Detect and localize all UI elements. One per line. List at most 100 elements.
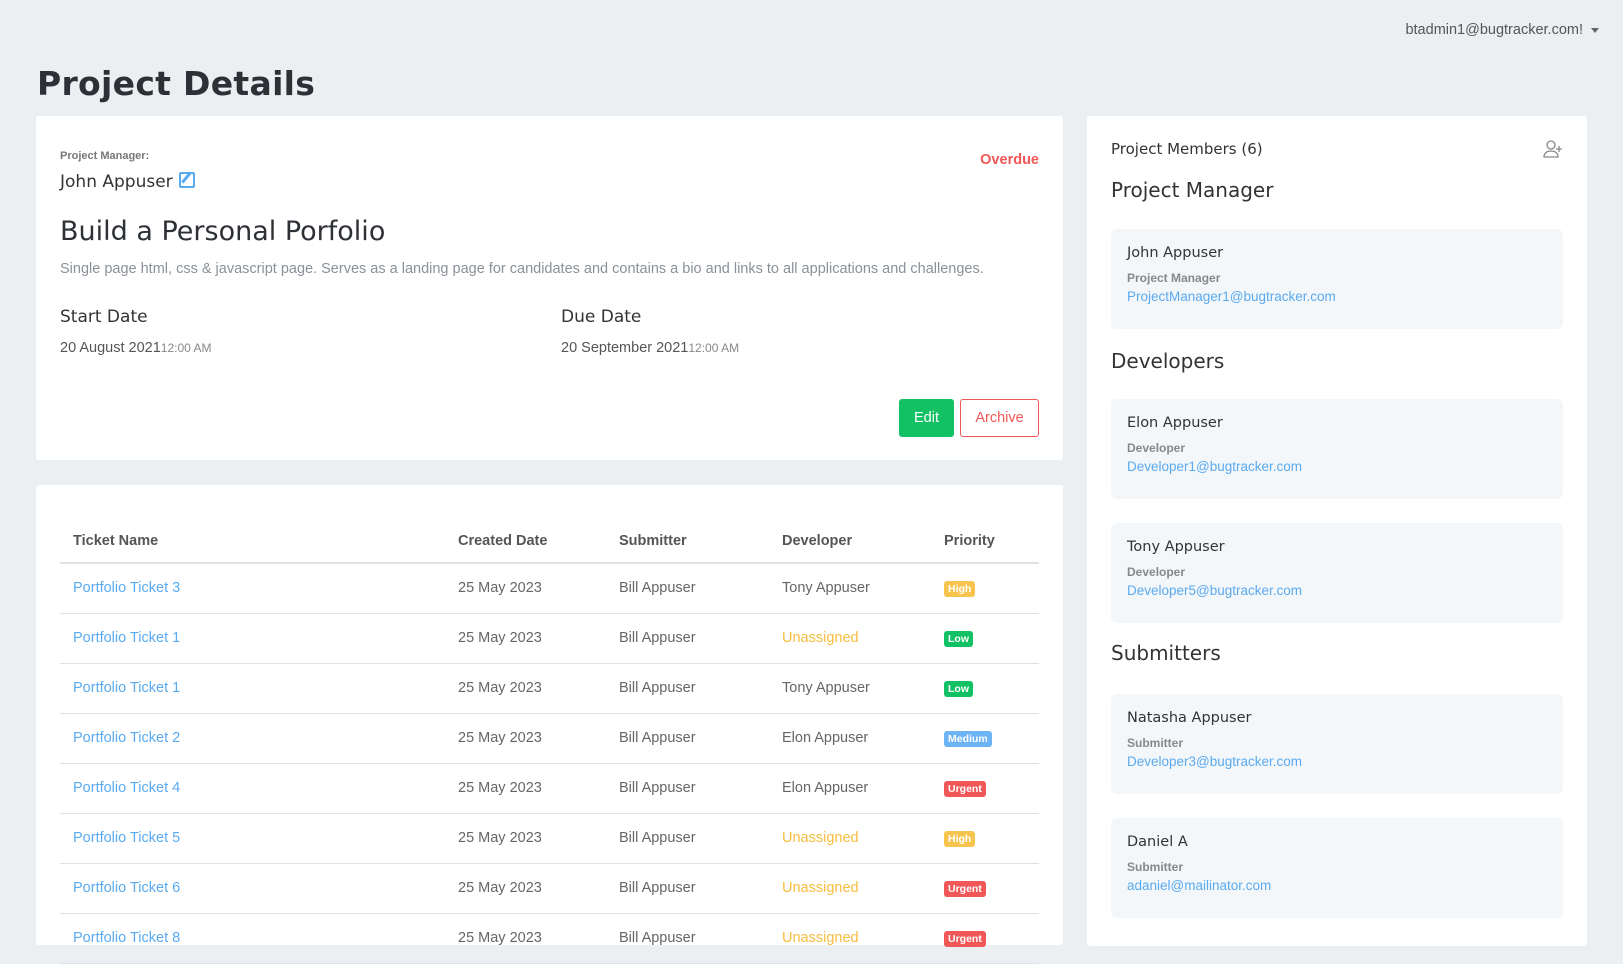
ticket-name[interactable]: Portfolio Ticket 1 (60, 663, 445, 714)
ticket-priority: High (931, 563, 1039, 614)
member-role: Developer (1127, 441, 1186, 455)
ticket-developer: Unassigned (769, 863, 931, 914)
priority-badge: Low (944, 630, 973, 647)
member-email[interactable]: Developer1@bugtracker.com (1127, 459, 1547, 474)
ticket-created: 25 May 2023 (445, 713, 606, 764)
ticket-name[interactable]: Portfolio Ticket 4 (60, 763, 445, 814)
table-row: Portfolio Ticket 4 25 May 2023 Bill Appuse… (60, 763, 1039, 814)
ticket-submitter: Bill Appuser (606, 563, 769, 614)
ticket-developer: Elon Appuser (769, 763, 931, 814)
member-role: Developer (1127, 565, 1186, 579)
ticket-priority: Urgent (931, 763, 1039, 814)
table-row: Portfolio Ticket 8 25 May 2023 Bill Appuse… (60, 913, 1039, 964)
ticket-name[interactable]: Portfolio Ticket 2 (60, 713, 445, 764)
table-row: Portfolio Ticket 3 25 May 2023 Bill Appuse… (60, 563, 1039, 614)
ticket-created: 25 May 2023 (445, 613, 606, 664)
ticket-name[interactable]: Portfolio Ticket 1 (60, 613, 445, 664)
ticket-submitter: Bill Appuser (606, 713, 769, 764)
members-section-heading: Project Manager (1111, 178, 1274, 202)
ticket-priority: Medium (931, 713, 1039, 764)
ticket-developer: Unassigned (769, 913, 931, 964)
member-name: Natasha Appuser (1127, 710, 1252, 726)
priority-badge: Medium (944, 730, 992, 747)
due-date-label: Due Date (561, 307, 642, 327)
add-user-icon[interactable] (1543, 140, 1563, 158)
member-name: Elon Appuser (1127, 415, 1223, 431)
ticket-developer: Tony Appuser (769, 563, 931, 614)
table-row: Portfolio Ticket 5 25 May 2023 Bill Appuse… (60, 813, 1039, 864)
caret-down-icon (1591, 27, 1599, 33)
ticket-created: 25 May 2023 (445, 763, 606, 814)
priority-badge: High (944, 830, 976, 847)
table-row: Portfolio Ticket 1 25 May 2023 Bill Appuse… (60, 663, 1039, 714)
project-info-card: Project Manager: John Appuser Overdue Bu… (36, 116, 1063, 460)
ticket-name[interactable]: Portfolio Ticket 8 (60, 913, 445, 964)
user-menu[interactable]: btadmin1@bugtracker.com! (1405, 22, 1599, 38)
ticket-name[interactable]: Portfolio Ticket 5 (60, 813, 445, 864)
member-email[interactable]: ProjectManager1@bugtracker.com (1127, 289, 1547, 304)
ticket-created: 25 May 2023 (445, 663, 606, 714)
column-header[interactable]: Developer (769, 519, 931, 564)
table-row: Portfolio Ticket 6 25 May 2023 Bill Appuse… (60, 863, 1039, 914)
priority-badge: Urgent (944, 880, 986, 897)
members-section-heading: Developers (1111, 349, 1225, 373)
start-date-label: Start Date (60, 307, 148, 327)
page-title: Project Details (37, 64, 316, 103)
members-section-heading: Submitters (1111, 641, 1221, 665)
ticket-submitter: Bill Appuser (606, 663, 769, 714)
tickets-table: Ticket Name Created Date Submitter Develope… (60, 519, 1039, 964)
member-role: Project Manager (1127, 271, 1221, 285)
ticket-name[interactable]: Portfolio Ticket 6 (60, 863, 445, 914)
ticket-created: 25 May 2023 (445, 913, 606, 964)
members-title: Project Members (6) (1111, 140, 1263, 158)
member-card: Natasha Appuser Submitter Developer3@bugtr… (1111, 694, 1563, 794)
column-header[interactable]: Ticket Name (60, 519, 445, 564)
ticket-developer: Tony Appuser (769, 663, 931, 714)
ticket-priority: Low (931, 663, 1039, 714)
edit-button[interactable]: Edit (899, 399, 954, 437)
ticket-name[interactable]: Portfolio Ticket 3 (60, 563, 445, 614)
column-header[interactable]: Submitter (606, 519, 769, 564)
user-email: btadmin1@bugtracker.com! (1405, 22, 1583, 38)
priority-badge: High (944, 580, 976, 597)
due-date-value: 20 September 2021 (561, 340, 689, 356)
member-email[interactable]: Developer3@bugtracker.com (1127, 754, 1547, 769)
member-card: John Appuser Project Manager ProjectManage… (1111, 229, 1563, 329)
due-date: 20 September 202112:00 AM (561, 340, 739, 356)
ticket-submitter: Bill Appuser (606, 863, 769, 914)
column-header[interactable]: Created Date (445, 519, 606, 564)
ticket-submitter: Bill Appuser (606, 913, 769, 964)
member-role: Submitter (1127, 860, 1184, 874)
tickets-card: Ticket Name Created Date Submitter Develope… (36, 485, 1063, 964)
ticket-created: 25 May 2023 (445, 563, 606, 614)
ticket-developer: Unassigned (769, 613, 931, 664)
start-date: 20 August 202112:00 AM (60, 340, 212, 356)
table-row: Portfolio Ticket 1 25 May 2023 Bill Appuse… (60, 613, 1039, 664)
member-card: Tony Appuser Developer Developer5@bugtrack… (1111, 523, 1563, 623)
pm-name-text: John Appuser (60, 172, 173, 192)
column-header[interactable]: Priority (931, 519, 1039, 564)
project-title: Build a Personal Porfolio (60, 216, 386, 247)
ticket-submitter: Bill Appuser (606, 613, 769, 664)
ticket-developer: Elon Appuser (769, 713, 931, 764)
table-row: Portfolio Ticket 2 25 May 2023 Bill Appuse… (60, 713, 1039, 764)
ticket-developer: Unassigned (769, 813, 931, 864)
member-name: Daniel A (1127, 834, 1188, 850)
archive-button[interactable]: Archive (960, 399, 1039, 437)
ticket-submitter: Bill Appuser (606, 813, 769, 864)
ticket-created: 25 May 2023 (445, 863, 606, 914)
priority-badge: Low (944, 680, 973, 697)
member-email[interactable]: Developer5@bugtracker.com (1127, 583, 1547, 598)
project-description: Single page html, css & javascript page.… (60, 261, 984, 277)
member-name: Tony Appuser (1127, 539, 1225, 555)
priority-badge: Urgent (944, 780, 986, 797)
member-card: Elon Appuser Developer Developer1@bugtrack… (1111, 399, 1563, 499)
member-name: John Appuser (1127, 245, 1224, 261)
member-email[interactable]: adaniel@mailinator.com (1127, 878, 1547, 893)
status-badge: Overdue (980, 152, 1039, 168)
ticket-priority: Urgent (931, 913, 1039, 964)
edit-icon[interactable] (178, 172, 195, 188)
project-members-card: Project Members (6) Project Manager John … (1087, 116, 1587, 946)
pm-name: John Appuser (60, 172, 195, 192)
ticket-submitter: Bill Appuser (606, 763, 769, 814)
